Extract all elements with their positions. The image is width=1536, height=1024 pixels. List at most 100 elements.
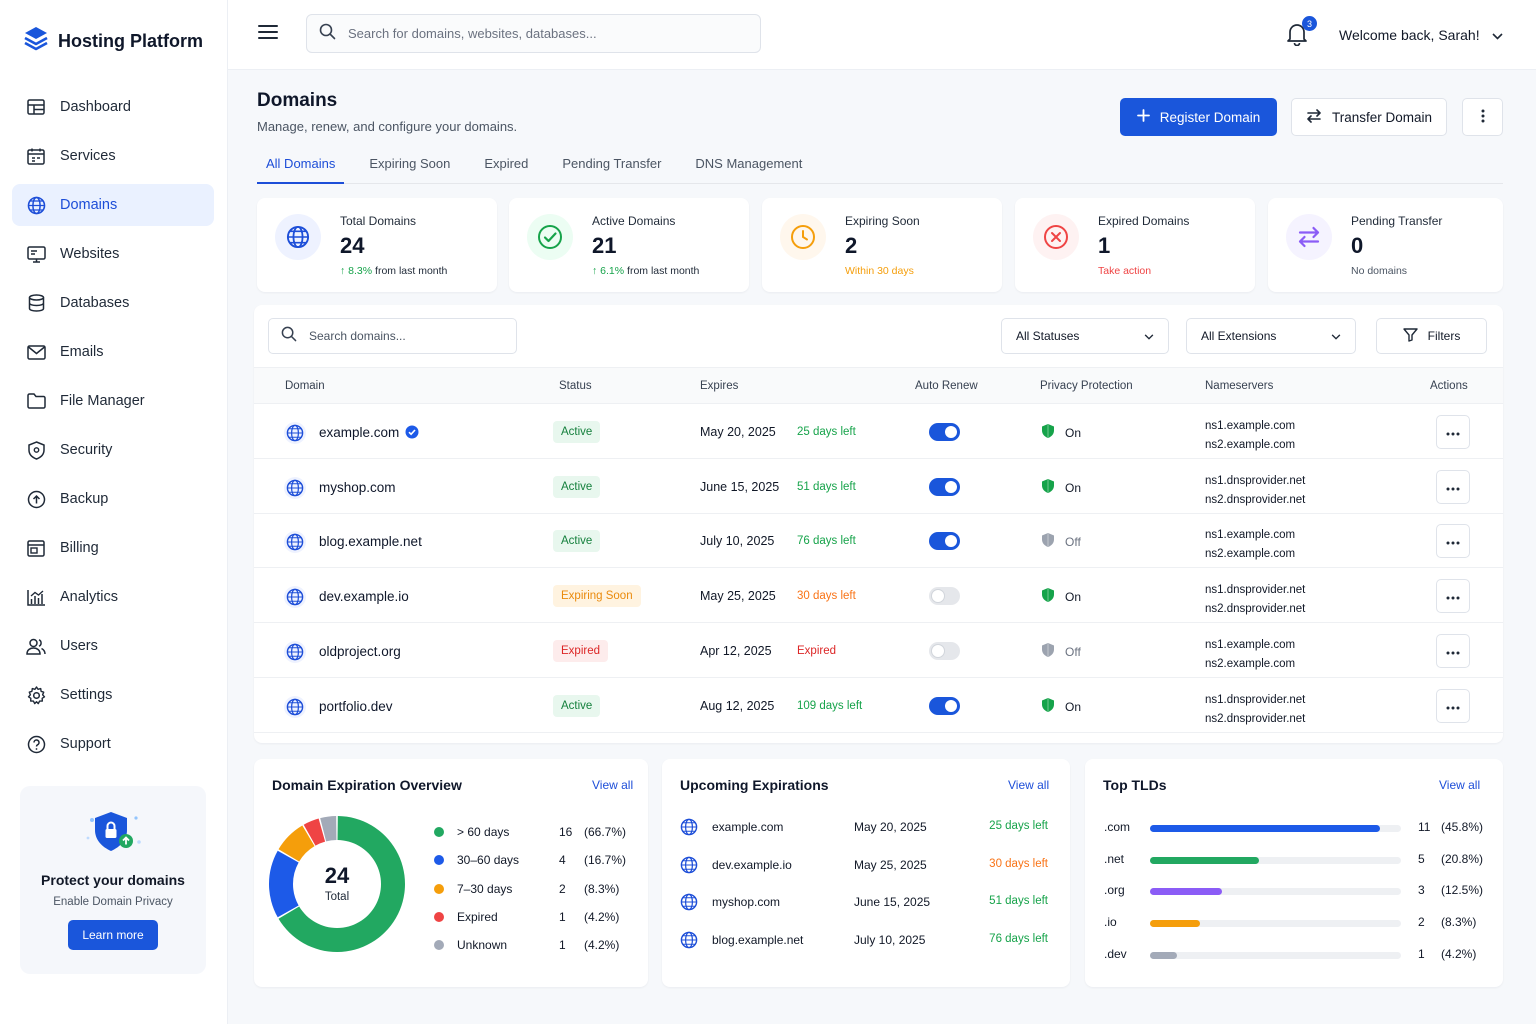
sidebar-item-billing[interactable]: Billing (12, 527, 214, 569)
table-row[interactable]: example.com Active May 20, 2025 25 days lef… (254, 404, 1503, 459)
nameserver-2: ns2.dnsprovider.net (1205, 493, 1306, 506)
sidebar-item-backup[interactable]: Backup (12, 478, 214, 520)
register-domain-button[interactable]: Register Domain (1120, 98, 1277, 136)
status-filter-value: All Statuses (1016, 329, 1080, 343)
layers-logo-icon (24, 26, 48, 57)
status-filter-select[interactable]: All Statuses (1001, 318, 1169, 354)
filter-funnel-icon (1402, 327, 1418, 345)
brand[interactable]: Hosting Platform (24, 26, 203, 57)
sidebar-item-file-manager[interactable]: File Manager (12, 380, 214, 422)
sidebar-item-label: Support (60, 736, 111, 752)
extension-filter-select[interactable]: All Extensions (1186, 318, 1356, 354)
donut-total-label: Total (324, 891, 350, 903)
auto-renew-toggle[interactable] (929, 696, 960, 715)
col-status: Status (559, 380, 592, 392)
row-actions-button[interactable] (1436, 579, 1470, 614)
sidebar-item-domains[interactable]: Domains (12, 184, 214, 226)
list-item[interactable]: myshop.com June 15, 2025 51 days left (680, 893, 1052, 913)
sidebar-item-emails[interactable]: Emails (12, 331, 214, 373)
clock-icon (780, 214, 826, 260)
nameservers: ns1.dnsprovider.net ns2.dnsprovider.net (1205, 581, 1305, 619)
tab-all-domains[interactable]: All Domains (257, 150, 345, 184)
tlds-view-all-link[interactable]: View all (1439, 778, 1480, 792)
transfer-domain-button[interactable]: Transfer Domain (1291, 98, 1447, 136)
menu-icon[interactable] (258, 24, 278, 45)
domain-name-link[interactable]: myshop.com (319, 480, 396, 495)
sidebar-item-dashboard[interactable]: Dashboard (12, 86, 214, 128)
status-badge: Active (553, 421, 601, 443)
donut-slice-1 (269, 850, 299, 918)
global-search[interactable] (306, 14, 761, 53)
row-actions-button[interactable] (1436, 524, 1470, 559)
sidebar-item-label: Services (60, 148, 116, 164)
domains-table-card: All Statuses All Extensions Filters Doma… (254, 305, 1503, 743)
transfer-domain-label: Transfer Domain (1331, 109, 1433, 125)
sidebar-item-websites[interactable]: Websites (12, 233, 214, 275)
stat-label: Expiring Soon (845, 214, 920, 228)
tab-expired[interactable]: Expired (475, 150, 537, 184)
learn-more-button[interactable]: Learn more (68, 920, 158, 950)
row-actions-button[interactable] (1436, 633, 1470, 668)
domain-name-link[interactable]: dev.example.io (319, 589, 409, 604)
overview-view-all-link[interactable]: View all (592, 778, 633, 792)
col-expires: Expires (700, 380, 739, 392)
privacy-promo-card: Protect your domains Enable Domain Priva… (20, 786, 206, 974)
search-icon (281, 326, 297, 347)
notifications-bell-icon[interactable]: 3 (1286, 16, 1317, 51)
auto-renew-toggle[interactable] (929, 587, 960, 606)
overview-title: Domain Expiration Overview (272, 777, 462, 793)
domain-search[interactable] (268, 318, 517, 354)
auto-renew-toggle[interactable] (929, 532, 960, 551)
sidebar-item-databases[interactable]: Databases (12, 282, 214, 324)
table-row[interactable]: dev.example.io Expiring Soon May 25, 2025 3… (254, 568, 1503, 624)
auto-renew-toggle[interactable] (929, 423, 960, 441)
domain-search-input[interactable] (309, 329, 499, 343)
shield-lock-icon (82, 808, 144, 861)
list-item[interactable]: dev.example.io May 25, 2025 30 days left (680, 856, 1052, 876)
table-row[interactable]: portfolio.dev Active Aug 12, 2025 109 days … (254, 678, 1503, 733)
list-item[interactable]: example.com May 20, 2025 25 days left (680, 818, 1052, 838)
upcoming-view-all-link[interactable]: View all (1008, 778, 1049, 792)
table-row[interactable]: myshop.com Active June 15, 2025 51 days lef… (254, 459, 1503, 514)
tld-count: 11 (1418, 820, 1431, 834)
global-search-input[interactable] (348, 26, 738, 41)
sidebar-item-users[interactable]: Users (12, 625, 214, 667)
legend-item: 7–30 days 2 (8.3%) (434, 880, 624, 900)
page-title: Domains (257, 90, 338, 111)
filters-button[interactable]: Filters (1376, 318, 1487, 354)
tab-pending-transfer[interactable]: Pending Transfer (553, 150, 670, 184)
domain-name-link[interactable]: blog.example.net (319, 534, 422, 549)
row-actions-button[interactable] (1436, 415, 1470, 449)
tab-expiring-soon[interactable]: Expiring Soon (360, 150, 459, 184)
sidebar-item-analytics[interactable]: Analytics (12, 576, 214, 618)
user-menu[interactable]: Welcome back, Sarah! (1339, 27, 1503, 43)
tab-dns-management[interactable]: DNS Management (686, 150, 811, 184)
sidebar-item-services[interactable]: Services (12, 135, 214, 177)
table-row[interactable]: blog.example.net Active July 10, 2025 76 da… (254, 513, 1503, 569)
tld-name: .com (1104, 820, 1131, 834)
status-badge: Expiring Soon (553, 585, 641, 608)
row-actions-button[interactable] (1436, 688, 1470, 723)
nameservers: ns1.dnsprovider.net ns2.dnsprovider.net (1205, 691, 1305, 729)
legend-dot (434, 855, 444, 866)
more-options-button[interactable] (1462, 98, 1503, 136)
auto-renew-toggle[interactable] (929, 641, 960, 660)
row-actions-button[interactable] (1436, 469, 1470, 504)
tld-bar-fill (1150, 951, 1178, 959)
stat-card-active-domains: Active Domains 21 ↑ 6.1% from last month (509, 198, 749, 292)
stat-footer: Within 30 days (845, 265, 914, 277)
domain-name-link[interactable]: oldproject.org (319, 644, 401, 659)
table-row[interactable]: oldproject.org Expired Apr 12, 2025 Expired… (254, 623, 1503, 678)
sidebar-item-security[interactable]: Security (12, 429, 214, 471)
sidebar-item-support[interactable]: Support (12, 723, 214, 765)
list-item[interactable]: blog.example.net July 10, 2025 76 days lef… (680, 931, 1052, 951)
sidebar-item-settings[interactable]: Settings (12, 674, 214, 716)
domain-name-link[interactable]: portfolio.dev (319, 699, 393, 714)
domain-name-link[interactable]: example.com (319, 425, 399, 440)
tld-row: .io 2 (8.3%) (1104, 913, 1484, 933)
globe-icon (680, 893, 698, 914)
stat-card-total-domains: Total Domains 24 ↑ 8.3% from last month (257, 198, 497, 292)
promo-subtitle: Enable Domain Privacy (53, 896, 173, 908)
auto-renew-toggle[interactable] (929, 477, 960, 496)
analytics-icon (26, 587, 46, 607)
